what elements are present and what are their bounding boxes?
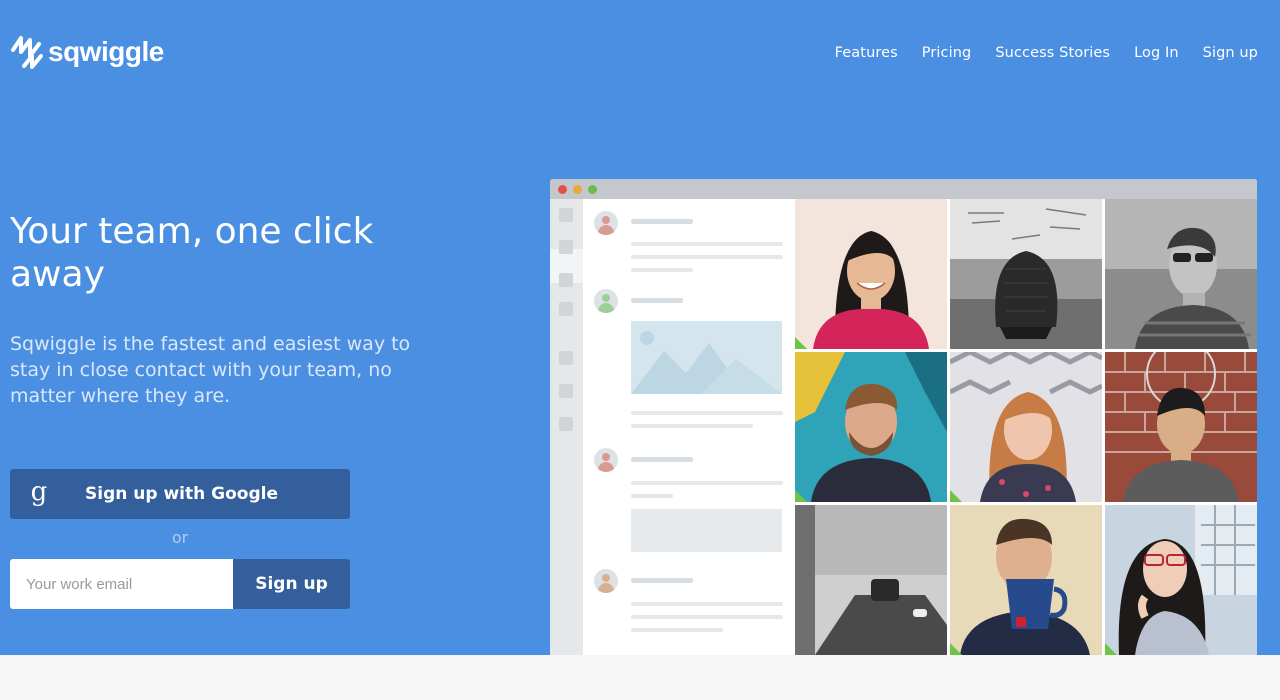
video-tile[interactable] — [950, 199, 1102, 349]
video-tile[interactable] — [795, 199, 947, 349]
nav-sign-up[interactable]: Sign up — [1203, 45, 1258, 61]
placeholder-line — [631, 578, 693, 583]
rail-icon — [559, 351, 573, 365]
video-grid — [795, 199, 1257, 655]
empty-meeting-room-photo-icon — [795, 505, 947, 655]
google-signup-button[interactable]: g Sign up with Google — [10, 469, 350, 519]
placeholder-line — [631, 424, 753, 428]
mock-sidebar-rail — [550, 199, 583, 655]
window-minimize-dot — [573, 185, 582, 194]
image-placeholder — [631, 321, 782, 394]
rail-icon — [559, 302, 573, 316]
avatar — [594, 569, 618, 593]
placeholder-line — [631, 481, 783, 485]
video-tile[interactable] — [795, 505, 947, 655]
rail-icon — [559, 384, 573, 398]
placeholder-line — [631, 628, 723, 632]
avatar — [594, 211, 618, 235]
placeholder-line — [631, 411, 783, 415]
brand-name: sqwiggle — [48, 36, 164, 67]
window-zoom-dot — [588, 185, 597, 194]
video-tile[interactable] — [1105, 505, 1257, 655]
main-nav: Features Pricing Success Stories Log In … — [835, 45, 1258, 61]
email-input[interactable] — [10, 559, 233, 609]
man-drinking-mug-photo-icon — [950, 505, 1102, 655]
mountain-image-icon — [631, 331, 782, 394]
rail-icon — [559, 273, 573, 287]
placeholder-line — [631, 298, 683, 303]
google-signup-label: Sign up with Google — [85, 484, 278, 504]
woman-red-hair-photo-icon — [950, 352, 1102, 502]
placeholder-line — [631, 255, 783, 259]
woman-glasses-photo-icon — [1105, 505, 1257, 655]
attachment-placeholder — [631, 509, 782, 552]
hero-section: sqwiggle Features Pricing Success Storie… — [0, 0, 1280, 655]
avatar — [594, 448, 618, 472]
man-sunglasses-photo-icon — [1105, 199, 1257, 349]
rail-icon — [559, 417, 573, 431]
signup-form: Sign up — [10, 559, 350, 609]
man-brick-wall-photo-icon — [1105, 352, 1257, 502]
hero-subheadline: Sqwiggle is the fastest and easiest way … — [10, 333, 411, 407]
placeholder-line — [631, 494, 673, 498]
app-screenshot-mockup — [550, 179, 1257, 655]
placeholder-line — [631, 242, 783, 246]
google-icon: g — [30, 477, 48, 507]
rail-icon — [559, 240, 573, 254]
nav-log-in[interactable]: Log In — [1134, 45, 1179, 61]
rail-icon — [559, 208, 573, 222]
video-tile[interactable] — [1105, 352, 1257, 502]
window-titlebar — [550, 179, 1257, 199]
brand-logo[interactable]: sqwiggle — [10, 34, 164, 70]
avatar — [594, 289, 618, 313]
placeholder-line — [631, 615, 783, 619]
or-divider: or — [171, 528, 189, 547]
signup-button[interactable]: Sign up — [233, 559, 350, 609]
nav-success-stories[interactable]: Success Stories — [995, 45, 1110, 61]
window-close-dot — [558, 185, 567, 194]
nav-features[interactable]: Features — [835, 45, 898, 61]
woman-smiling-photo-icon — [795, 199, 947, 349]
online-status-indicator — [950, 643, 962, 655]
placeholder-line — [631, 268, 693, 272]
online-status-indicator — [950, 490, 962, 502]
page-footer-strip — [0, 655, 1280, 700]
video-tile[interactable] — [950, 505, 1102, 655]
mock-message-feed — [583, 199, 795, 655]
sqwiggle-logo-icon — [11, 36, 43, 69]
hero-headline: Your team, one click away — [10, 211, 374, 295]
empty-office-chair-photo-icon — [950, 199, 1102, 349]
online-status-indicator — [795, 490, 807, 502]
video-tile[interactable] — [795, 352, 947, 502]
man-beard-selfie-photo-icon — [795, 352, 947, 502]
video-tile[interactable] — [1105, 199, 1257, 349]
placeholder-line — [631, 457, 693, 462]
online-status-indicator — [1105, 643, 1117, 655]
placeholder-line — [631, 602, 783, 606]
online-status-indicator — [795, 337, 807, 349]
nav-pricing[interactable]: Pricing — [922, 45, 972, 61]
placeholder-line — [631, 219, 693, 224]
video-tile[interactable] — [950, 352, 1102, 502]
